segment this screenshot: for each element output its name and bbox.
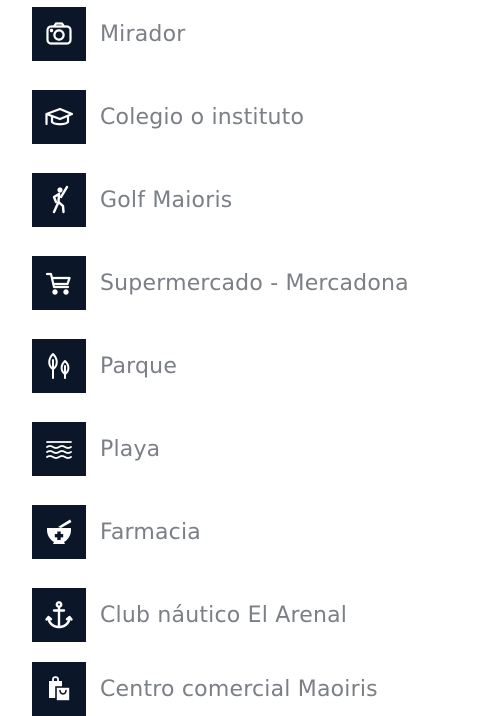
shopping-cart-icon (32, 256, 86, 310)
points-of-interest-list: Mirador Colegio o instituto Golf Maioris (0, 0, 503, 716)
trees-icon (32, 339, 86, 393)
graduation-cap-icon (32, 90, 86, 144)
pharmacy-mortar-icon (32, 505, 86, 559)
item-label: Centro comercial Maoiris (100, 676, 378, 702)
item-label: Club náutico El Arenal (100, 602, 348, 628)
camera-icon (32, 7, 86, 61)
list-item-mirador: Mirador (32, 7, 186, 61)
list-item-playa: Playa (32, 422, 160, 476)
list-item-club-nautico: Club náutico El Arenal (32, 588, 347, 642)
golfer-icon (32, 173, 86, 227)
list-item-golf: Golf Maioris (32, 173, 232, 227)
item-label: Playa (100, 436, 161, 462)
item-label: Parque (100, 353, 178, 379)
list-item-colegio: Colegio o instituto (32, 90, 304, 144)
item-label: Colegio o instituto (100, 104, 305, 130)
list-item-parque: Parque (32, 339, 177, 393)
item-label: Mirador (100, 21, 186, 47)
list-item-supermercado: Supermercado - Mercadona (32, 256, 409, 310)
waves-icon (32, 422, 86, 476)
item-label: Golf Maioris (100, 187, 233, 213)
list-item-farmacia: Farmacia (32, 505, 201, 559)
anchor-icon (32, 588, 86, 642)
item-label: Farmacia (100, 519, 201, 545)
shopping-bags-icon (32, 662, 86, 716)
list-item-centro-comercial: Centro comercial Maoiris (32, 662, 378, 716)
item-label: Supermercado - Mercadona (100, 270, 409, 296)
